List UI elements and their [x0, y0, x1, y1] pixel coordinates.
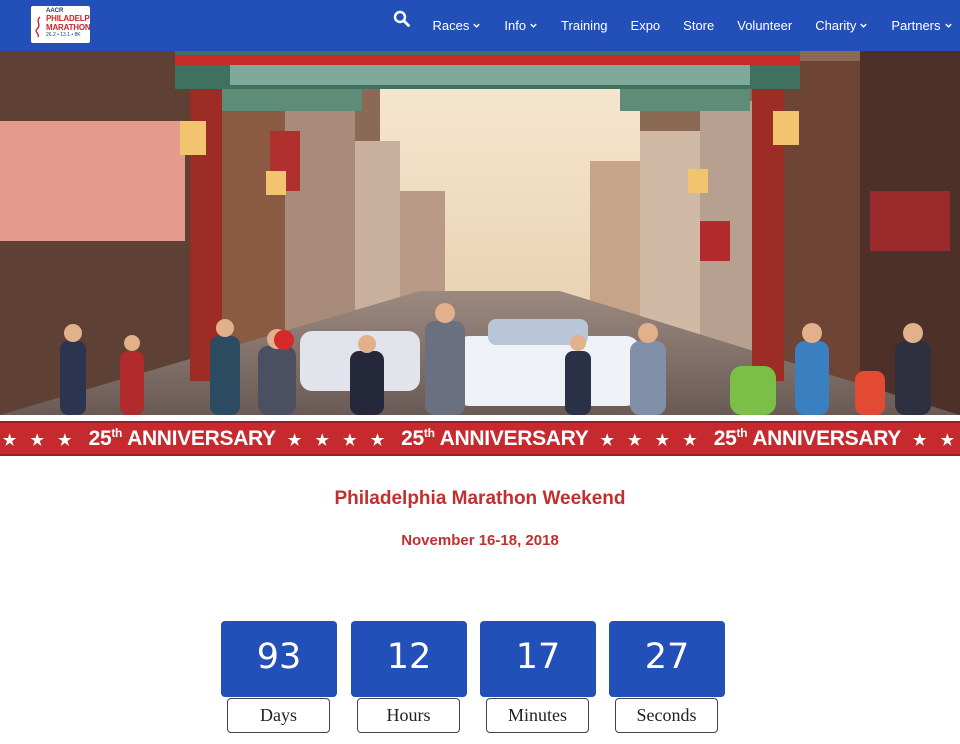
event-dates: November 16-18, 2018: [401, 532, 559, 549]
nav-item-label: Races: [432, 18, 470, 33]
anniversary-banner: 25thANNIVERSARY★ ★ ★ ★25thANNIVERSARY★ ★…: [0, 415, 960, 462]
main-menu: Races Info Training Expo Store Volunteer Chari…: [421, 0, 960, 51]
star-icons: ★ ★ ★ ★: [600, 432, 702, 449]
anniversary-suffix: th: [423, 426, 435, 440]
chevron-down-icon: [530, 23, 537, 28]
anniversary-segment: 25thANNIVERSARY★ ★ ★ ★: [0, 426, 89, 452]
countdown-minutes-value: 17: [480, 621, 596, 697]
countdown-days-label: Days: [227, 698, 330, 733]
nav-item-label: Info: [504, 18, 527, 33]
countdown-seconds: 27 Seconds: [609, 621, 725, 733]
anniversary-suffix: th: [736, 426, 748, 440]
logo-line2: PHILADELPHIA: [46, 14, 90, 23]
nav-item-partners[interactable]: Partners: [880, 0, 960, 51]
star-icons: ★ ★ ★ ★: [913, 432, 960, 449]
anniversary-segment: 25th ANNIVERSARY ★ ★ ★ ★: [714, 426, 960, 452]
countdown-hours: 12 Hours: [351, 621, 467, 733]
countdown-hours-value: 12: [351, 621, 467, 697]
chevron-down-icon: [473, 23, 481, 28]
logo-flourish-icon: [35, 16, 41, 38]
countdown-seconds-label: Seconds: [615, 698, 718, 733]
countdown-hours-label: Hours: [357, 698, 460, 733]
nav-item-label: Partners: [891, 18, 941, 33]
top-nav: AACR PHILADELPHIA MARATHON 26.2 • 13.1 •…: [0, 0, 960, 51]
star-icons: ★ ★ ★ ★: [0, 432, 77, 449]
anniversary-text: ANNIVERSARY: [439, 427, 589, 450]
nav-item-info[interactable]: Info: [493, 0, 550, 51]
event-title: Philadelphia Marathon Weekend: [334, 488, 626, 509]
anniversary-number: 25: [401, 427, 424, 450]
nav-item-label: Store: [683, 18, 715, 33]
nav-item-store[interactable]: Store: [672, 0, 726, 51]
nav-item-label: Volunteer: [737, 18, 793, 33]
anniversary-ticker: 25thANNIVERSARY★ ★ ★ ★25thANNIVERSARY★ ★…: [0, 426, 960, 452]
chevron-down-icon: [944, 23, 952, 28]
nav-item-expo[interactable]: Expo: [619, 0, 672, 51]
countdown-days: 93 Days: [221, 621, 337, 733]
nav-item-races[interactable]: Races: [421, 0, 493, 51]
anniversary-text: ANNIVERSARY: [752, 427, 902, 450]
hero-photo: [0, 51, 960, 415]
chevron-down-icon: [860, 23, 868, 28]
nav-item-charity[interactable]: Charity: [804, 0, 880, 51]
logo-line3: MARATHON: [46, 23, 90, 32]
countdown-days-value: 93: [221, 621, 337, 697]
search-icon[interactable]: [393, 10, 411, 28]
anniversary-segment: 25th ANNIVERSARY ★ ★ ★ ★: [401, 426, 714, 452]
countdown-minutes-label: Minutes: [486, 698, 589, 733]
nav-item-training[interactable]: Training: [550, 0, 619, 51]
nav-item-volunteer[interactable]: Volunteer: [726, 0, 804, 51]
anniversary-stripe: 25thANNIVERSARY★ ★ ★ ★25thANNIVERSARY★ ★…: [0, 421, 960, 456]
anniversary-text: ANNIVERSARY: [127, 427, 276, 450]
nav-item-label: Expo: [630, 18, 661, 33]
hero-chinatown-runners-image: [0, 51, 960, 415]
nav-item-label: Training: [561, 18, 608, 33]
anniversary-segment: 25th ANNIVERSARY ★ ★ ★ ★: [89, 426, 402, 452]
countdown-seconds-value: 27: [609, 621, 725, 697]
star-icons: ★ ★ ★ ★: [287, 432, 390, 449]
anniversary-number: 25: [713, 427, 737, 450]
countdown-minutes: 17 Minutes: [480, 621, 596, 733]
anniversary-number: 25: [88, 427, 112, 450]
logo-line4: 26.2 • 13.1 • 8K: [46, 32, 81, 38]
philadelphia-marathon-logo[interactable]: AACR PHILADELPHIA MARATHON 26.2 • 13.1 •…: [31, 6, 90, 43]
anniversary-suffix: th: [111, 426, 123, 440]
nav-item-label: Charity: [815, 18, 857, 33]
